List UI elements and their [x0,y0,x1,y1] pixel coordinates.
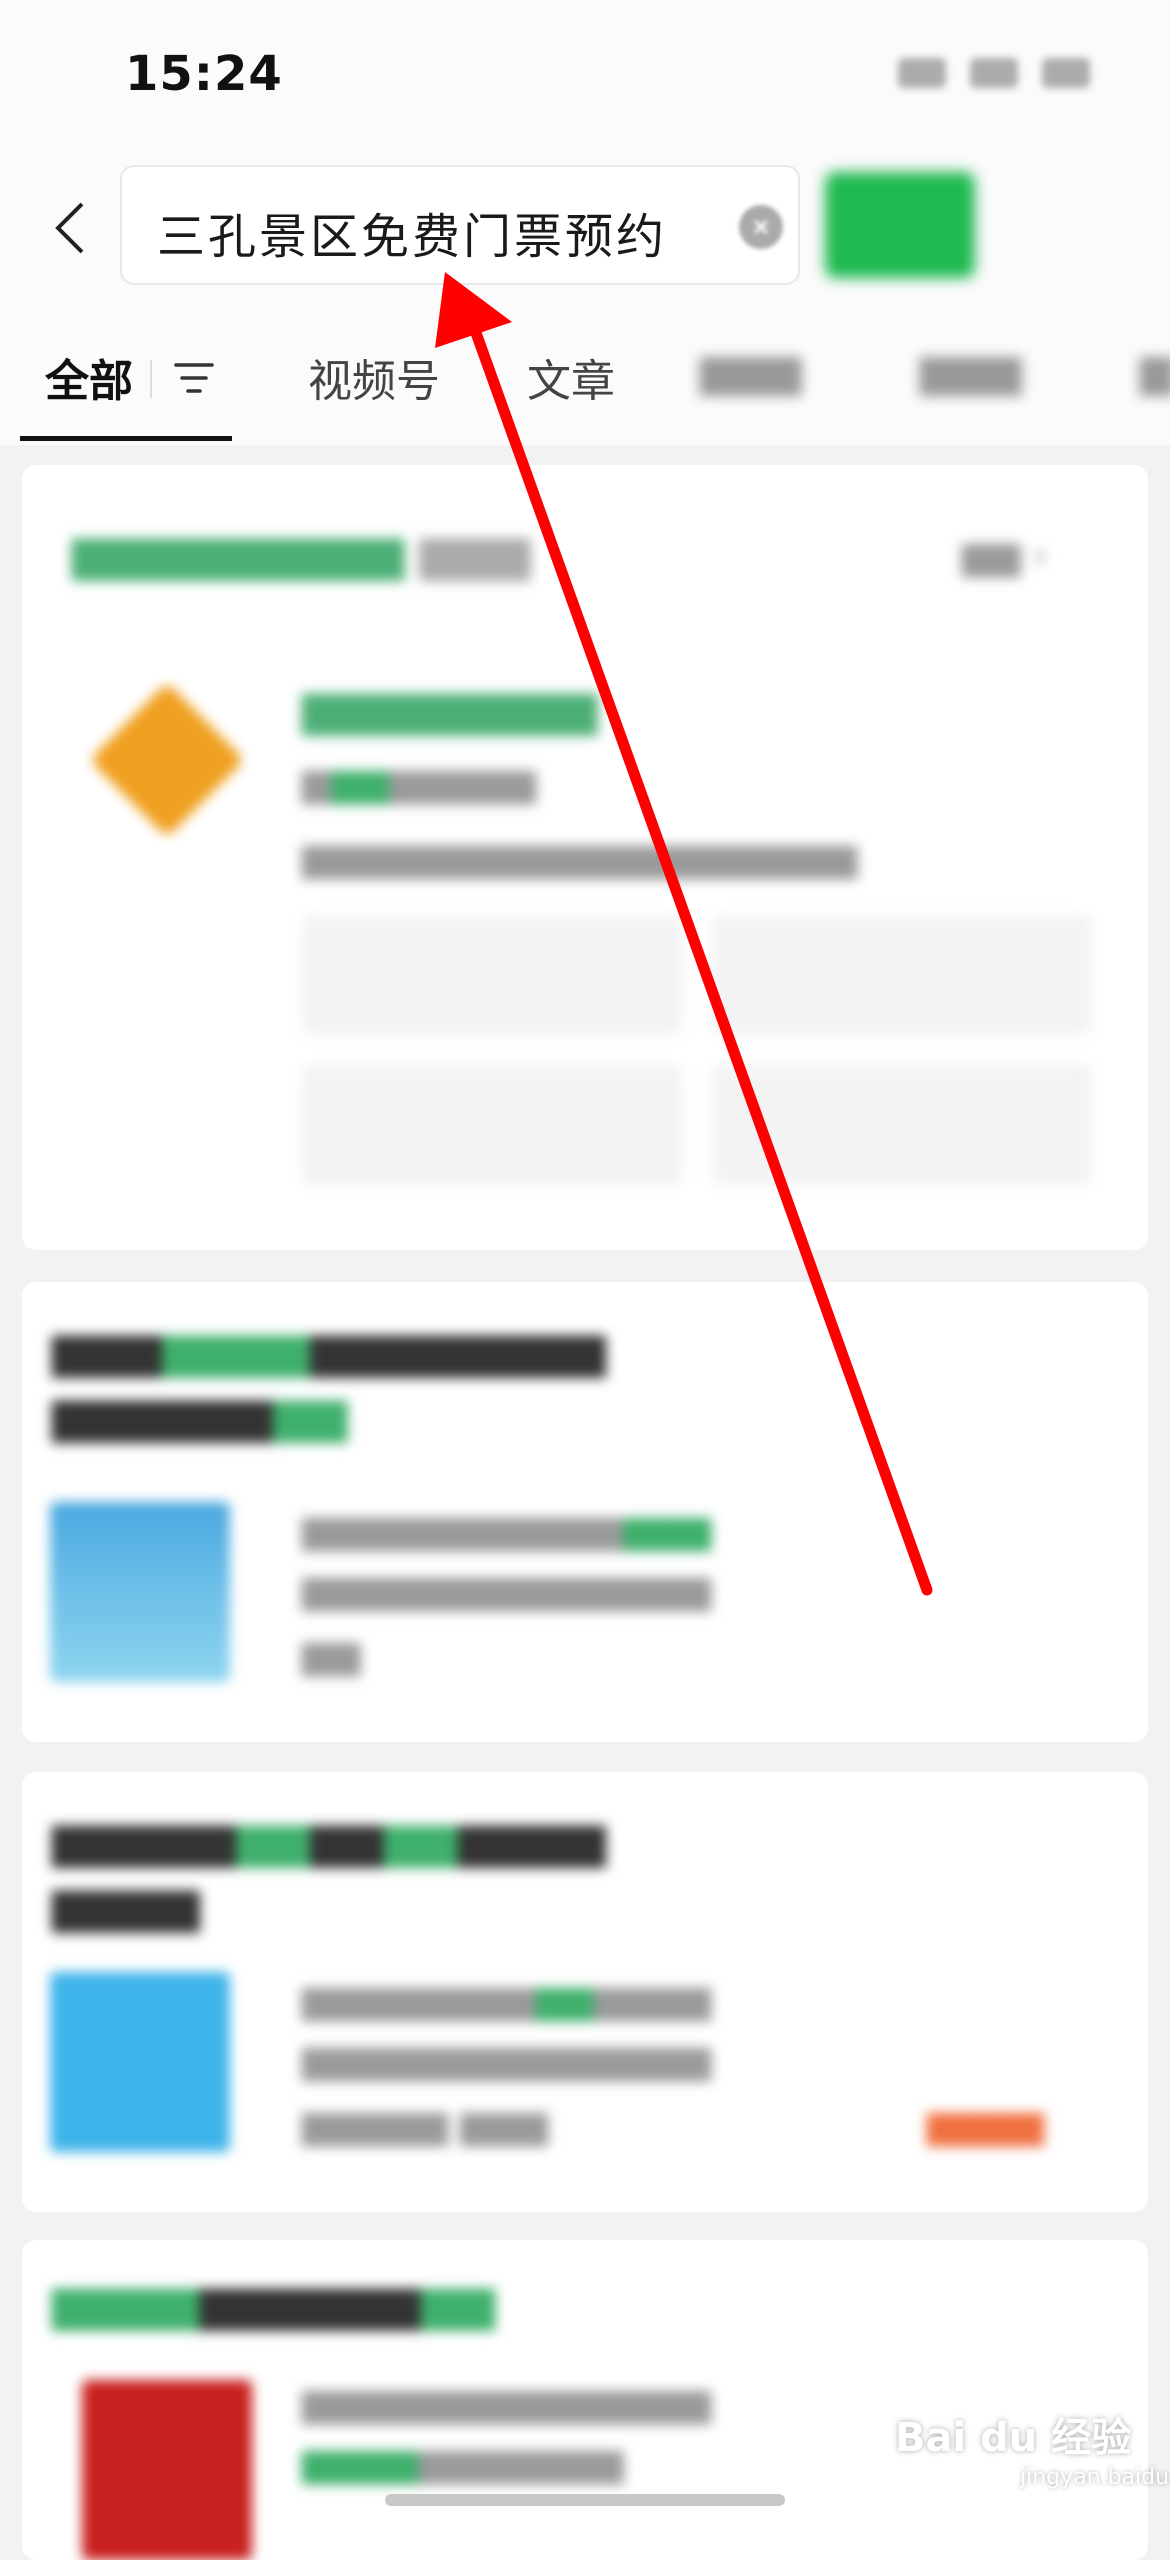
tab-divider [150,360,152,398]
filter-icon[interactable] [172,360,216,396]
tab-all[interactable]: 全部 [45,345,133,409]
back-arrow-icon[interactable] [50,198,90,258]
blurred-text: ▆▆▆▆▆▆▆▆▆ ▆▆▆ [72,525,531,581]
blurred-menu-item [302,1065,682,1185]
blurred-text: ▆▆▆▆ [927,2102,1044,2146]
tab-video[interactable]: 视频号 [308,345,440,409]
battery-icon [1042,58,1090,88]
signal-icon [898,58,946,88]
blurred-text: ▆▆▆▆▆▆▆▆▆▆▆▆▆▆▆ [52,1322,606,1378]
home-indicator [385,2494,785,2506]
blurred-text: ▆▆▆▆▆▆▆▆ [302,760,536,804]
blurred-text: ▆▆▆▆▆▆▆▆▆▆▆ [302,2440,624,2484]
blurred-text: ▆▆▆▆ [52,1877,200,1933]
blurred-content: ▆▆▆▆▆▆▆▆▆▆▆▆ ▆▆▆▆▆▆▆▆▆▆▆▆▆▆ ▆▆▆▆▆▆▆▆▆▆▆ [22,2240,1148,2560]
result-card-article[interactable]: ▆▆▆▆▆▆▆▆▆▆▆▆▆▆▆ ▆▆▆▆▆▆▆▆ ▆▆▆▆▆▆▆▆▆▆▆▆▆▆ … [22,1282,1148,1742]
result-card-account[interactable]: ▆▆▆▆▆▆▆▆▆ ▆▆▆ ▆▆ › ▆▆▆▆▆▆▆▆ ▆▆▆▆▆▆▆▆ ▆▆▆… [22,465,1148,1250]
search-header: 三孔景区免费门票预约 [0,150,1170,300]
article-thumbnail [50,1972,230,2152]
status-icons [898,58,1090,88]
search-query-text: 三孔景区免费门票预约 [157,209,668,265]
blurred-text: ▆▆ › [962,533,1048,577]
article-thumbnail [50,1502,230,1682]
search-tabs: 全部 视频号 文章 ▆▆▆ ▆▆▆ ▆ [0,300,1170,445]
blurred-text: ▆▆▆▆▆▆▆▆▆▆▆▆▆▆ [302,1977,712,2021]
baidu-watermark: Bai du 经验 [895,2415,1132,2461]
blurred-menu-item [712,1065,1092,1185]
search-input[interactable]: 三孔景区免费门票预约 [120,165,800,285]
blurred-menu-item [712,915,1092,1035]
active-tab-indicator [20,436,232,441]
article-thumbnail [82,2380,252,2560]
result-card-article[interactable]: ▆▆▆▆▆▆▆▆▆▆▆▆ ▆▆▆▆▆▆▆▆▆▆▆▆▆▆ ▆▆▆▆▆▆▆▆▆▆▆ [22,2240,1148,2560]
baidu-watermark-url: jingyan.baidu.com [1020,2465,1170,2490]
network-icon [970,58,1018,88]
blurred-text: ▆▆▆▆▆▆▆▆ [52,1387,348,1443]
account-logo [89,682,245,838]
blurred-text: ▆▆▆▆▆▆▆▆ [302,680,598,736]
tab-blurred[interactable]: ▆▆▆ [700,345,802,396]
clear-icon[interactable] [739,205,783,249]
blurred-text: ▆▆▆▆▆▆▆▆▆▆▆▆▆▆ [302,1507,712,1551]
tab-blurred[interactable]: ▆ [1140,345,1170,396]
blurred-content: ▆▆▆▆▆▆▆▆▆▆▆▆▆▆▆ ▆▆▆▆▆▆▆▆ ▆▆▆▆▆▆▆▆▆▆▆▆▆▆ … [22,1282,1148,1742]
blurred-content: ▆▆▆▆▆▆▆▆▆ ▆▆▆ ▆▆ › ▆▆▆▆▆▆▆▆ ▆▆▆▆▆▆▆▆ ▆▆▆… [22,465,1148,1250]
blurred-text: ▆▆▆▆▆▆▆▆▆▆▆▆▆▆ [302,1567,712,1611]
result-card-article[interactable]: ▆▆▆▆▆▆▆▆▆▆▆▆▆▆▆ ▆▆▆▆ ▆▆▆▆▆▆▆▆▆▆▆▆▆▆ ▆▆▆▆… [22,1772,1148,2212]
blurred-text: ▆▆▆▆▆▆▆▆▆▆▆▆ [52,2275,495,2331]
search-button[interactable] [825,172,975,278]
blurred-menu-item [302,915,682,1035]
status-time: 15:24 [125,46,283,102]
blurred-text: ▆▆▆▆▆▆▆▆▆▆▆▆▆▆ [302,2037,712,2081]
blurred-text: ▆▆ [302,1632,361,1676]
tab-article[interactable]: 文章 [527,345,615,409]
status-bar: 15:24 [0,0,1170,150]
blurred-text: ▆▆▆▆▆ ▆▆▆ [302,2102,548,2146]
blurred-text: ▆▆▆▆▆▆▆▆▆▆▆▆▆▆ [302,2380,712,2424]
blurred-text: ▆▆▆▆▆▆▆▆▆▆▆▆▆▆▆▆▆▆▆ [302,835,858,879]
tab-blurred[interactable]: ▆▆▆ [920,345,1022,396]
blurred-text: ▆▆▆▆▆▆▆▆▆▆▆▆▆▆▆ [52,1812,606,1868]
blurred-content: ▆▆▆▆▆▆▆▆▆▆▆▆▆▆▆ ▆▆▆▆ ▆▆▆▆▆▆▆▆▆▆▆▆▆▆ ▆▆▆▆… [22,1772,1148,2212]
